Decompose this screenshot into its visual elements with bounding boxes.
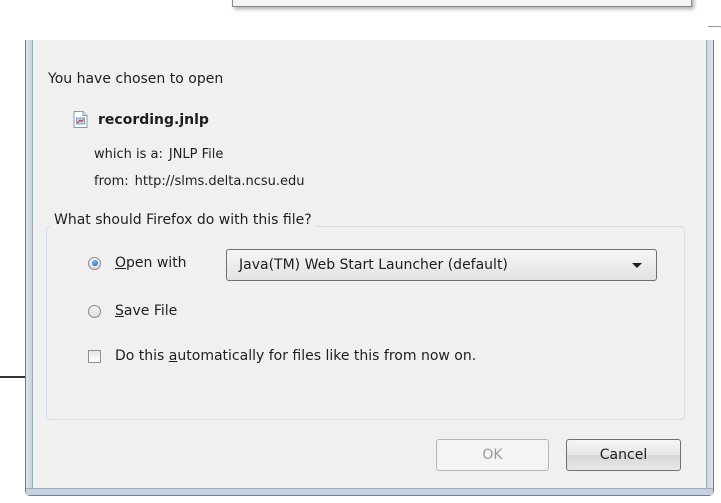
file-type-row: which is a: JNLP File [94, 147, 223, 162]
intro-text: You have chosen to open [48, 71, 224, 87]
file-info: recording.jnlp [73, 111, 209, 128]
dialog-border-bottom [26, 488, 713, 495]
file-name: recording.jnlp [98, 111, 209, 128]
cancel-button[interactable]: Cancel [566, 439, 681, 471]
action-group-title: What should Firefox do with this file? [51, 212, 315, 228]
file-source-row: from: http://slms.delta.ncsu.edu [94, 174, 305, 189]
open-with-label: Open with [115, 255, 187, 271]
ok-button[interactable]: OK [436, 439, 549, 471]
chevron-down-icon [632, 263, 642, 268]
auto-action-option[interactable]: Do this automatically for files like thi… [88, 348, 476, 364]
open-with-option[interactable]: Open with [88, 255, 187, 271]
auto-action-label: Do this automatically for files like thi… [115, 348, 477, 364]
jnlp-file-icon [73, 111, 88, 128]
save-file-radio[interactable] [88, 304, 101, 318]
open-with-app-select[interactable]: Java(TM) Web Start Launcher (default) [226, 249, 657, 281]
dialog-content: You have chosen to open recording.jnlp w… [33, 40, 706, 488]
dialog-border-right [706, 40, 713, 495]
dialog-border-left [26, 40, 33, 495]
save-file-option[interactable]: Save File [88, 303, 177, 319]
auto-action-checkbox[interactable] [88, 349, 101, 363]
file-type-value: JNLP File [168, 147, 224, 162]
background-window-edge [232, 0, 692, 7]
file-type-label: which is a: [94, 147, 163, 162]
file-source-value: http://slms.delta.ncsu.edu [134, 174, 305, 189]
opening-file-dialog: You have chosen to open recording.jnlp w… [25, 40, 714, 496]
file-source-label: from: [94, 174, 129, 189]
save-file-label: Save File [115, 303, 178, 319]
open-with-app-value: Java(TM) Web Start Launcher (default) [239, 257, 508, 273]
open-with-radio[interactable] [88, 256, 101, 270]
